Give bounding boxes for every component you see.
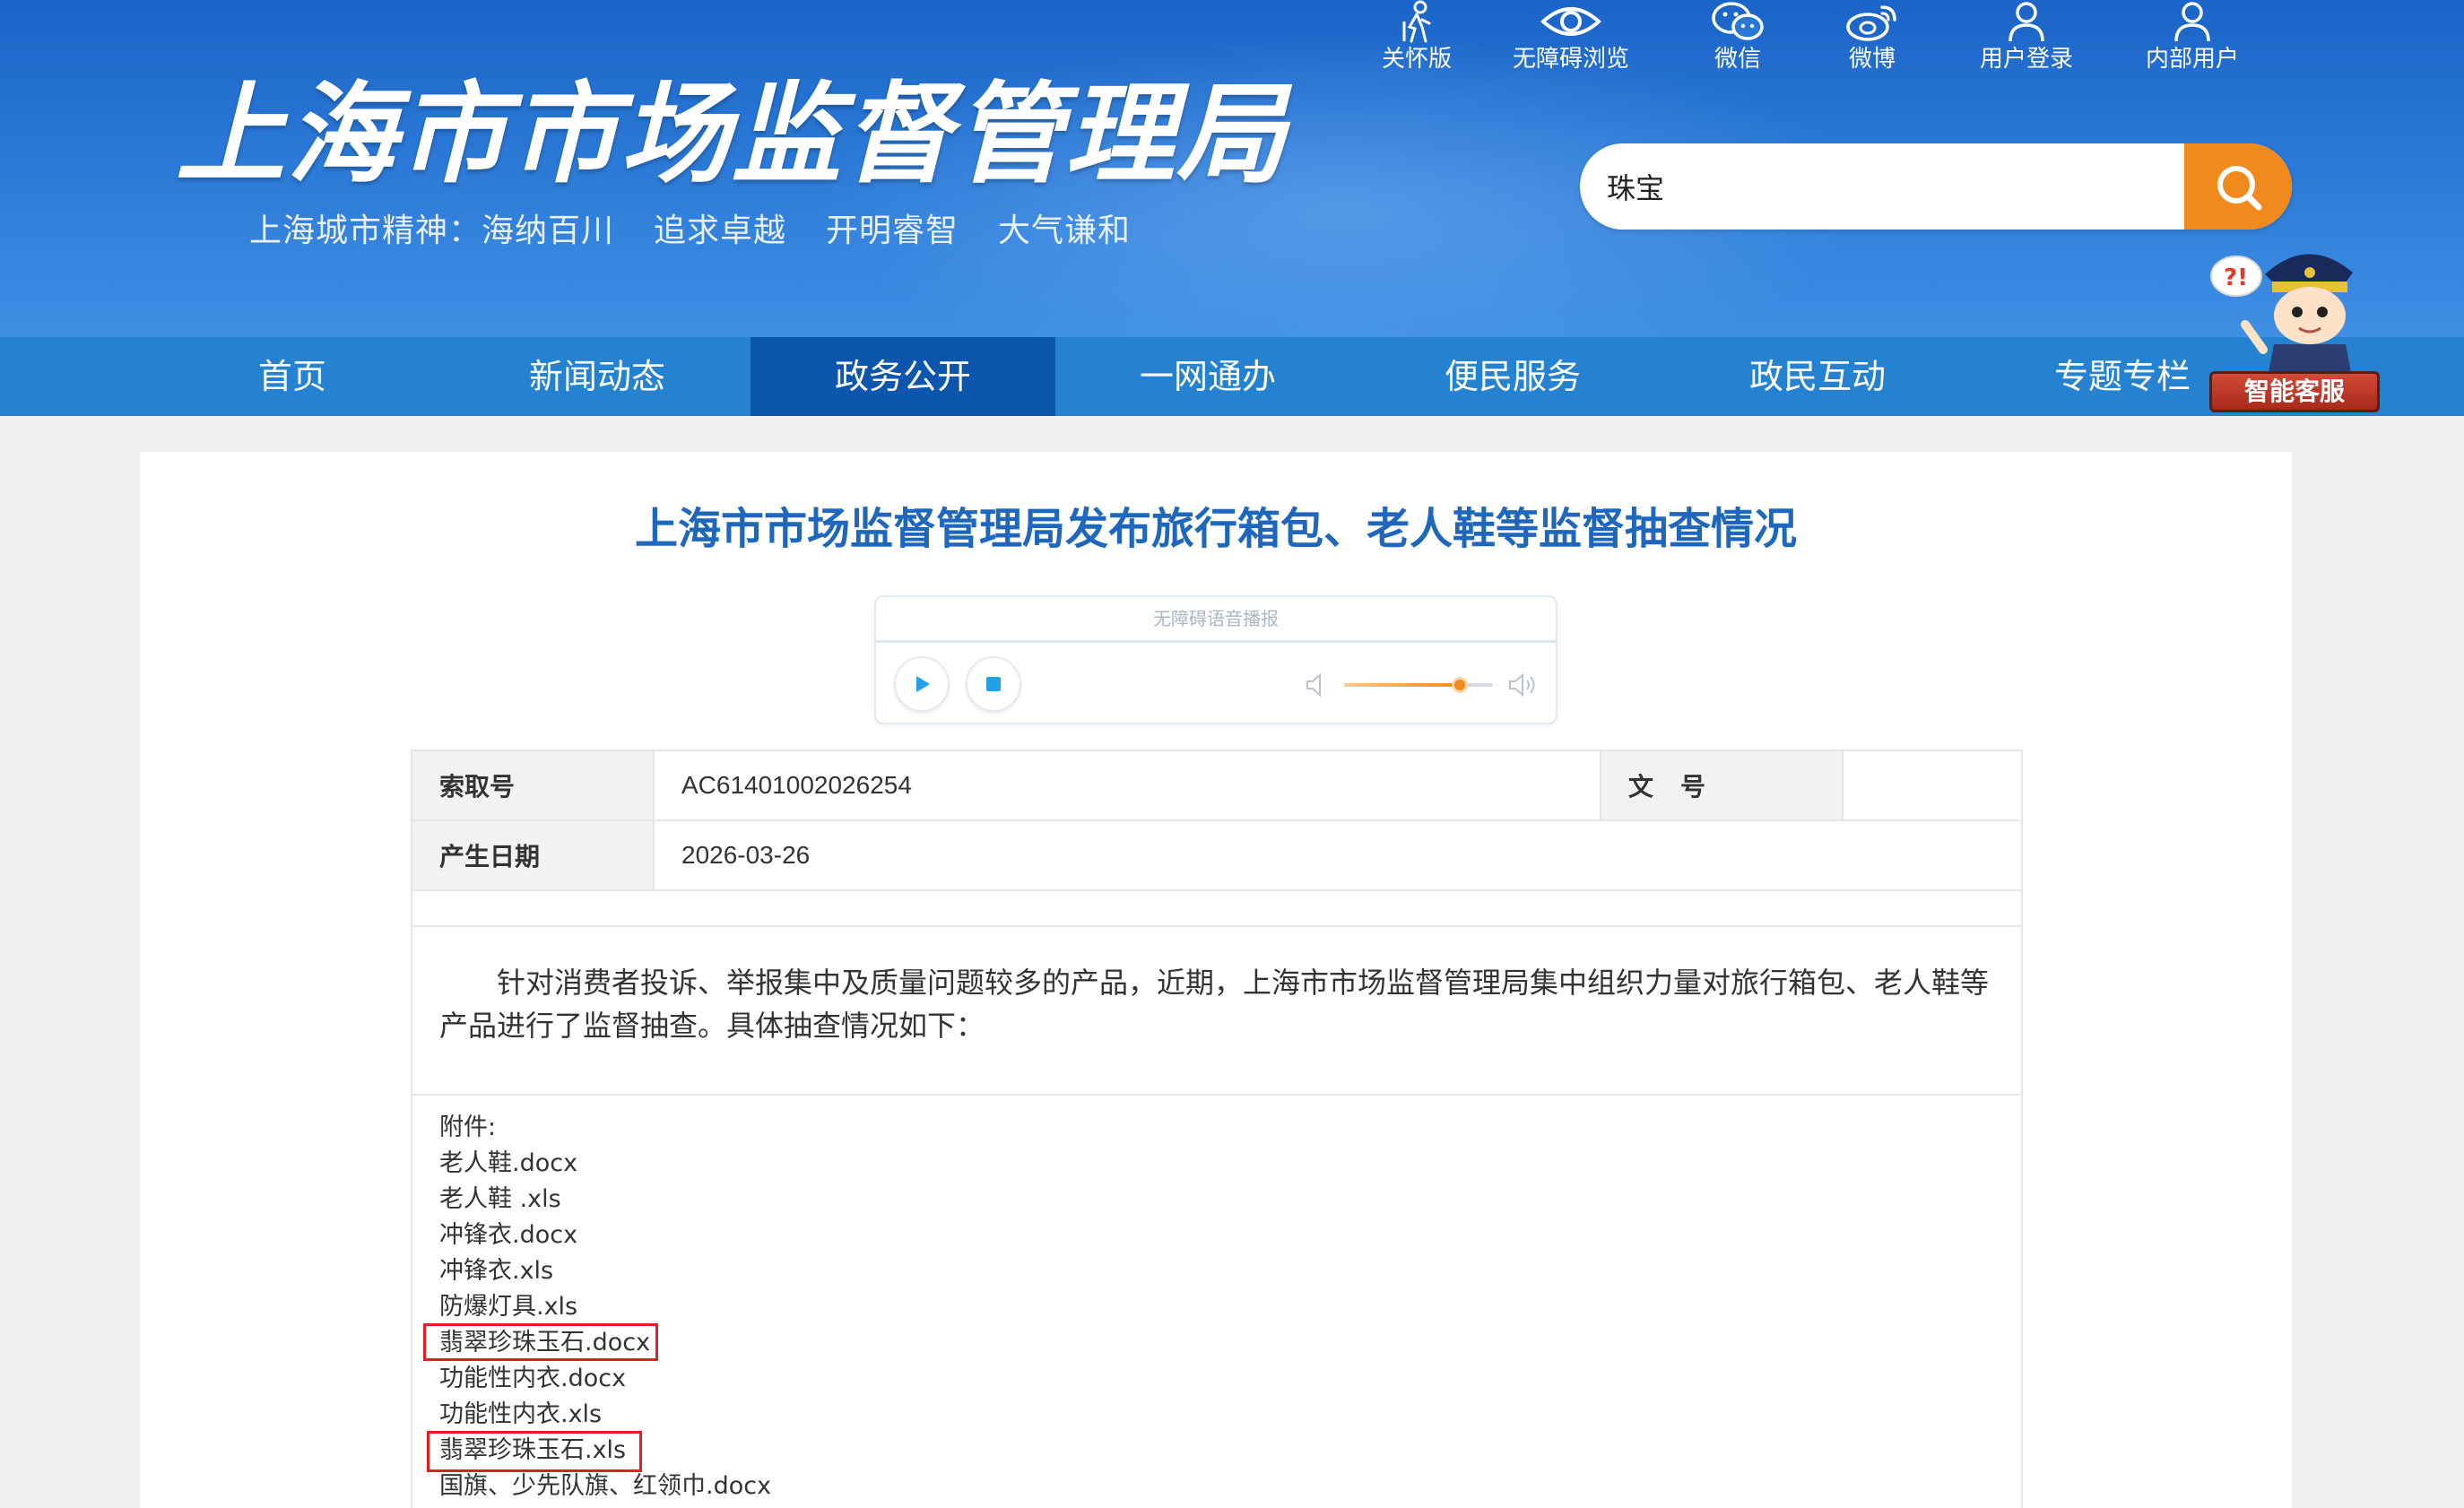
volume-fill <box>1344 683 1461 687</box>
svg-text:?!: ?! <box>2224 264 2248 291</box>
play-button[interactable] <box>894 656 950 712</box>
smart-service-label: 智能客服 <box>2209 371 2380 412</box>
nav-item-public-service[interactable]: 便民服务 <box>1360 337 1665 416</box>
elderly-care-icon <box>1402 0 1431 43</box>
index-label: 索取号 <box>411 750 655 821</box>
search-input[interactable] <box>1607 143 2145 230</box>
player-divider <box>876 640 1556 643</box>
top-link-label: 关怀版 <box>1381 45 1452 72</box>
meta-table: 索取号 AC61401002026254 文号 产生日期 2026-03-26 <box>411 750 2023 891</box>
top-link-internal[interactable]: 内部用户 <box>2121 0 2264 72</box>
wechat-icon <box>1712 2 1764 40</box>
site-slogan: 上海城市精神：海纳百川 追求卓越 开明睿智 大气谦和 <box>249 212 1132 248</box>
nav-item-interaction[interactable]: 政民互动 <box>1665 337 1970 416</box>
stop-icon <box>986 677 1001 691</box>
index-value: AC61401002026254 <box>653 750 1601 821</box>
article-paragraph: 针对消费者投诉、举报集中及质量问题较多的产品，近期，上海市市场监督管理局集中组织… <box>439 966 1990 1043</box>
attachment-link[interactable]: 老人鞋.docx <box>439 1146 1964 1182</box>
attachment-link[interactable]: 功能性内衣.xls <box>439 1397 1964 1433</box>
attachment-link[interactable]: 防爆灯具.xls <box>439 1289 1964 1325</box>
search-icon <box>2217 166 2262 211</box>
search-box <box>1580 143 2292 230</box>
attachments-label: 附件: <box>439 1114 497 1141</box>
attachment-link[interactable]: 国旗、少先队旗、红领巾.docx <box>439 1469 1964 1504</box>
nav-item-home[interactable]: 首页 <box>140 337 445 416</box>
volume-slider[interactable] <box>1344 677 1493 693</box>
attachment-link[interactable]: 冲锋衣.docx <box>439 1218 1964 1253</box>
top-link-accessibility[interactable]: 无障碍浏览 <box>1499 0 1643 72</box>
top-link-label: 无障碍浏览 <box>1512 45 1629 72</box>
top-link-login[interactable]: 用户登录 <box>1955 0 2098 72</box>
police-mascot-icon: ?! <box>2210 254 2353 382</box>
weibo-icon <box>1846 5 1896 41</box>
article-title: 上海市市场监督管理局发布旅行箱包、老人鞋等监督抽查情况 <box>634 504 1797 554</box>
player-title: 无障碍语音播报 <box>1153 610 1279 629</box>
top-link-label: 内部用户 <box>2145 45 2239 72</box>
search-button[interactable] <box>2184 143 2292 230</box>
body-divider <box>412 1094 2021 1096</box>
highlight-box <box>427 1431 642 1472</box>
attachment-link[interactable]: 冲锋衣.xls <box>439 1253 1964 1289</box>
nav-item-news[interactable]: 新闻动态 <box>445 337 750 416</box>
table-spacer <box>411 889 2023 925</box>
site-logo-title[interactable]: 上海市市场监督管理局 <box>176 63 1288 206</box>
user-icon <box>2009 2 2044 42</box>
meta-row: 索取号 AC61401002026254 文号 <box>411 750 2023 821</box>
volume-mute-icon[interactable] <box>1305 672 1328 698</box>
audio-player: 无障碍语音播报 <box>874 595 1557 724</box>
play-icon <box>916 676 930 692</box>
attachment-link[interactable]: 功能性内衣.docx <box>439 1361 1964 1397</box>
stop-button[interactable] <box>966 656 1021 712</box>
volume-knob[interactable] <box>1452 677 1469 693</box>
attachment-link[interactable]: 老人鞋 .xls <box>439 1182 1964 1218</box>
top-link-label: 用户登录 <box>1979 45 2073 72</box>
docno-label: 文号 <box>1600 750 1844 821</box>
meta-row: 产生日期 2026-03-26 <box>411 819 2023 891</box>
nav-item-online-service[interactable]: 一网通办 <box>1055 337 1360 416</box>
date-value: 2026-03-26 <box>653 819 2023 891</box>
smart-service-widget[interactable]: ?! 智能客服 <box>2209 238 2380 427</box>
attachment-link-highlighted[interactable]: 翡翠珍珠玉石.docx <box>439 1325 1964 1361</box>
top-link-care[interactable]: 关怀版 <box>1345 0 1488 72</box>
article-body: 针对消费者投诉、举报集中及质量问题较多的产品，近期，上海市市场监督管理局集中组织… <box>411 925 2023 1508</box>
top-link-wechat[interactable]: 微信 <box>1666 0 1809 72</box>
highlight-box <box>423 1323 658 1361</box>
docno-value <box>1842 750 2023 821</box>
attachment-link-highlighted[interactable]: 翡翠珍珠玉石.xls <box>439 1433 1964 1469</box>
user-icon <box>2174 2 2210 42</box>
nav-item-gov-affairs[interactable]: 政务公开 <box>750 337 1055 416</box>
top-link-weibo[interactable]: 微博 <box>1800 0 1944 72</box>
eye-icon <box>1540 7 1601 36</box>
article-container: 上海市市场监督管理局发布旅行箱包、老人鞋等监督抽查情况 无障碍语音播报 索取号 … <box>140 452 2292 1508</box>
site-header: 上海市市场监督管理局 上海城市精神：海纳百川 追求卓越 开明睿智 大气谦和 关怀… <box>0 0 2464 337</box>
top-link-label: 微博 <box>1848 45 1896 72</box>
date-label: 产生日期 <box>411 819 655 891</box>
main-nav: 首页 新闻动态 政务公开 一网通办 便民服务 政民互动 专题专栏 <box>0 337 2464 416</box>
volume-up-icon[interactable] <box>1507 672 1540 698</box>
top-link-label: 微信 <box>1714 45 1761 72</box>
attachments-list: 附件: 老人鞋.docx 老人鞋 .xls 冲锋衣.docx 冲锋衣.xls 防… <box>439 1110 1964 1504</box>
